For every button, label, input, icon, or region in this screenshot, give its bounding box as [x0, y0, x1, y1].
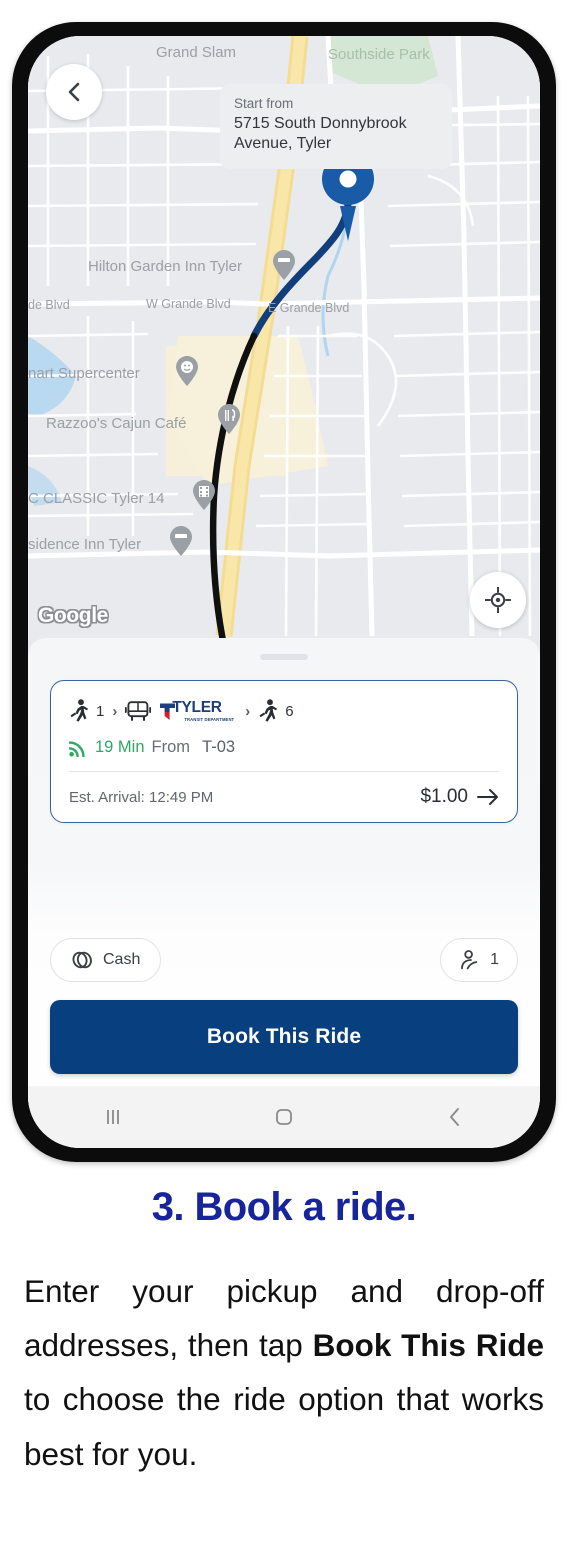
map-label: nart Supercenter: [28, 365, 140, 382]
my-location-button[interactable]: [470, 572, 526, 628]
back-chevron-icon: [449, 1108, 459, 1126]
map-label: W Grande Blvd: [146, 297, 231, 311]
map-label: E Grande Blvd: [268, 301, 350, 315]
eta-stop-code: T-03: [202, 738, 236, 756]
book-this-ride-button[interactable]: Book This Ride: [50, 1000, 518, 1074]
walk-icon: [259, 699, 278, 722]
ride-legs-row: 1 › TYLER TRANSIT DEPARTMENT › 6: [69, 697, 499, 725]
walk-minutes-before: 1: [96, 702, 105, 720]
tyler-brand-name: TYLER: [172, 699, 222, 717]
map-label: Grand Slam: [156, 44, 237, 61]
store-poi-pin[interactable]: [176, 356, 198, 386]
phone-screen: Grand Slam Southside Park Hilton Garden …: [28, 36, 540, 1148]
passenger-count-label: 1: [490, 951, 499, 968]
caption-body: Enter your pickup and drop-off addresses…: [24, 1264, 544, 1481]
signal-rss-icon: [69, 741, 85, 757]
caption-body-bold: Book This Ride: [312, 1327, 544, 1364]
map-label: Southside Park: [328, 46, 430, 63]
tyler-brand-sub: TRANSIT DEPARTMENT: [184, 716, 235, 722]
cinema-poi-pin[interactable]: [193, 480, 215, 510]
start-from-address: 5715 South Donnybrook Avenue, Tyler: [234, 115, 407, 153]
my-location-crosshair-icon: [485, 587, 511, 613]
caption-title: 3. Book a ride.: [151, 1185, 417, 1229]
recents-button[interactable]: [68, 1094, 158, 1140]
eta-from-label: From: [151, 738, 191, 756]
ride-price: $1.00: [420, 786, 468, 807]
map-label: sidence Inn Tyler: [28, 536, 142, 553]
book-this-ride-label: Book This Ride: [206, 1025, 362, 1048]
hotel2-poi-pin[interactable]: [170, 526, 192, 556]
eta-row: 19 Min From T-03: [69, 738, 499, 757]
hotel-poi-pin[interactable]: [273, 250, 295, 280]
phone-frame: Grand Slam Southside Park Hilton Garden …: [12, 22, 556, 1162]
map-label: de Blvd: [28, 298, 70, 312]
restaurant-poi-pin[interactable]: [218, 404, 240, 434]
sheet-drag-handle[interactable]: [260, 654, 308, 660]
start-from-bubble[interactable]: Start from 5715 South Donnybrook Avenue,…: [220, 84, 452, 169]
home-square-icon: [276, 1109, 292, 1125]
bottom-sheet: 1 › TYLER TRANSIT DEPARTMENT › 6 19 Min …: [28, 638, 540, 1148]
back-button[interactable]: [46, 64, 102, 120]
payment-method-button[interactable]: Cash: [50, 938, 162, 982]
ride-option-card[interactable]: 1 › TYLER TRANSIT DEPARTMENT › 6 19 Min …: [50, 680, 518, 823]
home-button[interactable]: [239, 1094, 329, 1140]
caption-body-part2: to choose the ride option that works bes…: [24, 1381, 544, 1472]
person-icon: [461, 950, 478, 970]
price-group[interactable]: $1.00: [420, 786, 499, 808]
android-navigation-bar: [28, 1086, 540, 1148]
map-label: Hilton Garden Inn Tyler: [88, 258, 242, 275]
estimated-arrival-label: Est. Arrival: 12:49 PM: [69, 788, 214, 806]
tyler-transit-logo: TYLER TRANSIT DEPARTMENT: [160, 700, 234, 722]
recents-bars-icon: [107, 1110, 120, 1124]
walk-icon: [70, 699, 88, 722]
passenger-count-button[interactable]: 1: [440, 938, 518, 982]
start-from-label: Start from: [234, 96, 294, 111]
map-label: C CLASSIC Tyler 14: [28, 490, 165, 507]
chevron-left-icon: [68, 82, 80, 102]
system-back-button[interactable]: [410, 1094, 500, 1140]
card-divider: [69, 771, 499, 772]
bus-icon: [125, 701, 152, 721]
walk-minutes-after: 6: [285, 702, 294, 720]
cash-coins-icon: [72, 951, 92, 969]
leg-separator-icon: ›: [245, 702, 251, 720]
ride-options-row: Cash 1: [50, 938, 518, 982]
google-watermark: Google: [38, 604, 108, 627]
leg-separator-icon: ›: [112, 702, 118, 720]
arrow-right-icon: [477, 789, 498, 805]
arrival-row: Est. Arrival: 12:49 PM $1.00: [69, 786, 499, 808]
eta-minutes: 19 Min: [95, 738, 145, 756]
caption-block: 3. Book a ride. Enter your pickup and dr…: [0, 1185, 568, 1481]
map-label: Razzoo's Cajun Café: [46, 415, 187, 432]
payment-method-label: Cash: [103, 951, 141, 968]
map-view[interactable]: Grand Slam Southside Park Hilton Garden …: [28, 36, 540, 646]
